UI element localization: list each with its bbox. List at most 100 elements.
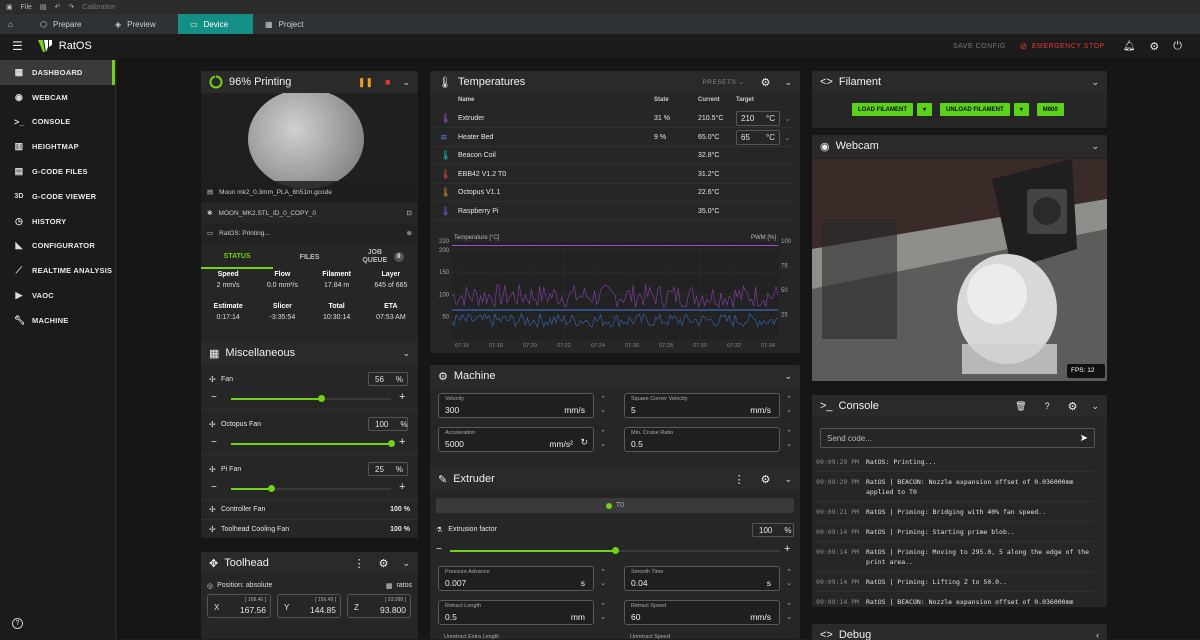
sidebar-item-history[interactable]: ◷ HISTORY bbox=[0, 209, 115, 234]
chevron-up-icon[interactable]: ⌃ bbox=[784, 394, 794, 405]
home-tab[interactable]: ⌂ bbox=[0, 14, 28, 34]
sidebar-item-realtime-analysis[interactable]: ⟋ REALTIME ANALYSIS bbox=[0, 258, 115, 283]
sidebar-item-machine[interactable]: 🔧︎ MACHINE bbox=[0, 308, 115, 333]
reset-icon[interactable]: ↻ bbox=[580, 437, 588, 448]
chevron-down-icon[interactable]: ⌄ bbox=[784, 439, 794, 450]
sidebar-item-configurator[interactable]: ◣ CONFIGURATOR bbox=[0, 234, 115, 259]
fan-speed-input[interactable]: 25% bbox=[368, 462, 408, 476]
save-icon[interactable]: ▤ bbox=[40, 3, 47, 11]
chevron-up-icon[interactable]: ⌃ bbox=[784, 428, 794, 439]
calibration-menu[interactable]: Calibration bbox=[82, 4, 115, 11]
load-filament-button[interactable]: LOAD FILAMENT bbox=[852, 103, 913, 116]
chevron-up-icon[interactable]: ⌃ bbox=[598, 428, 608, 439]
extrusion-factor-input[interactable]: 100% bbox=[752, 523, 794, 537]
stepper[interactable]: ⌃ ⌄ bbox=[598, 428, 608, 450]
plus-icon[interactable]: + bbox=[399, 436, 405, 448]
m600-button[interactable]: M600 bbox=[1036, 103, 1064, 116]
chevron-down-icon[interactable]: ⌄ bbox=[402, 348, 410, 359]
fan-speed-slider[interactable] bbox=[231, 485, 391, 492]
tab-device[interactable]: ▭ Device bbox=[178, 14, 253, 34]
chevron-down-icon[interactable]: ⌄ bbox=[784, 405, 794, 416]
fan-speed-slider[interactable] bbox=[231, 395, 391, 402]
gear-icon[interactable]: ⚙ bbox=[379, 557, 389, 570]
home-small-icon[interactable]: ▣ bbox=[6, 3, 13, 11]
tab-prepare[interactable]: ⬡ Prepare bbox=[28, 14, 103, 34]
chevron-down-icon[interactable]: ⌄ bbox=[598, 439, 608, 450]
redo-icon[interactable]: ↷ bbox=[68, 3, 74, 11]
help-icon[interactable]: ? bbox=[1045, 401, 1050, 411]
trash-icon[interactable]: 🗑︎ bbox=[1015, 401, 1026, 412]
emergency-stop-button[interactable]: ⊘ EMERGENCY STOP bbox=[1020, 41, 1105, 52]
bed-icon[interactable]: ≋ bbox=[440, 132, 448, 143]
chevron-down-icon[interactable]: ⌄ bbox=[784, 612, 794, 623]
chevron-up-icon[interactable]: ⌃ bbox=[598, 394, 608, 405]
chevron-down-icon[interactable]: ⌄ bbox=[598, 612, 608, 623]
plus-icon[interactable]: + bbox=[399, 391, 405, 403]
extruder-temp-icon[interactable]: 🌡︎ bbox=[440, 113, 451, 124]
axis-position-field[interactable]: Z [ 93.998 ] 93.800 bbox=[347, 594, 411, 618]
chevron-down-icon[interactable]: ⌄ bbox=[1091, 77, 1099, 88]
sidebar-item-gcode-viewer[interactable]: 3D G-CODE VIEWER bbox=[0, 184, 115, 209]
gear-icon[interactable]: ⚙ bbox=[761, 76, 771, 89]
machine-limit-field[interactable]: Min. Cruise Ratio 0.5 bbox=[624, 427, 780, 452]
chevron-down-icon[interactable]: ⌄ bbox=[784, 133, 791, 142]
extruder-setting-field[interactable]: Retract Length 0.5 mm bbox=[438, 600, 594, 625]
target-temp-input[interactable]: 210 °C bbox=[736, 111, 780, 126]
chevron-down-icon[interactable]: ⌄ bbox=[402, 558, 410, 569]
chevron-down-icon[interactable]: ⌄ bbox=[598, 578, 608, 589]
fan-speed-input[interactable]: 100% bbox=[368, 417, 408, 431]
send-code-input[interactable]: Send code... ➤ bbox=[820, 428, 1095, 448]
minus-icon[interactable]: − bbox=[436, 544, 442, 555]
tab-status[interactable]: STATUS bbox=[201, 245, 274, 269]
chevron-down-icon[interactable]: ⌄ bbox=[784, 371, 792, 382]
chevron-down-icon[interactable]: ⌄ bbox=[784, 474, 792, 485]
stepper[interactable]: ⌃ ⌄ bbox=[598, 394, 608, 416]
load-filament-dropdown[interactable]: ▾ bbox=[917, 103, 933, 116]
file-menu[interactable]: File bbox=[21, 4, 32, 11]
more-icon[interactable]: ⋮ bbox=[354, 557, 365, 570]
settings-icon[interactable]: ⚙ bbox=[1149, 40, 1159, 53]
webcam-stream[interactable] bbox=[812, 159, 1107, 381]
chevron-down-icon[interactable]: ⌄ bbox=[784, 77, 792, 88]
chevron-down-icon[interactable]: ⌄ bbox=[402, 77, 410, 88]
tab-project[interactable]: ▦ Project bbox=[253, 14, 328, 34]
pause-icon[interactable]: ❚❚ bbox=[358, 77, 373, 88]
stepper[interactable]: ⌃ ⌄ bbox=[784, 601, 794, 623]
chevron-down-icon[interactable]: ⌄ bbox=[598, 405, 608, 416]
tab-files[interactable]: FILES bbox=[273, 245, 345, 269]
presets-button[interactable]: PRESETS ⌄ bbox=[702, 78, 744, 86]
axis-position-field[interactable]: X [ 168.46 ] 167.56 bbox=[207, 594, 271, 618]
gear-icon[interactable]: ⚙ bbox=[1068, 400, 1078, 413]
sidebar-item-webcam[interactable]: ◉ WEBCAM bbox=[0, 85, 115, 110]
minus-icon[interactable]: − bbox=[211, 437, 217, 448]
save-config-button[interactable]: SAVE CONFIG bbox=[953, 43, 1006, 50]
unload-filament-button[interactable]: UNLOAD FILAMENT bbox=[940, 103, 1010, 116]
extruder-setting-field[interactable]: Retract Speed 60 mm/s bbox=[624, 600, 780, 625]
chevron-up-icon[interactable]: ⌃ bbox=[598, 567, 608, 578]
stepper[interactable]: ⌃ ⌄ bbox=[784, 567, 794, 589]
send-icon[interactable]: ➤ bbox=[1080, 433, 1088, 444]
minus-icon[interactable]: − bbox=[211, 482, 217, 493]
extruder-setting-field[interactable]: Smooth Time 0.04 s bbox=[624, 566, 780, 591]
minus-icon[interactable]: − bbox=[211, 392, 217, 403]
extrusion-factor-slider[interactable] bbox=[450, 547, 780, 554]
sidebar-item-vaoc[interactable]: ▶ VAOC bbox=[0, 283, 115, 308]
machine-limit-field[interactable]: Square Corner Velocity 5 mm/s bbox=[624, 393, 780, 418]
close-icon[interactable]: ⊗ bbox=[407, 229, 412, 237]
undo-icon[interactable]: ↶ bbox=[55, 3, 61, 11]
chevron-up-icon[interactable]: ⌃ bbox=[784, 601, 794, 612]
plus-icon[interactable]: + bbox=[784, 543, 790, 555]
chevron-down-icon[interactable]: ⌄ bbox=[1091, 141, 1099, 152]
thermometer-icon[interactable]: 🌡︎ bbox=[440, 187, 451, 198]
exclude-object-icon[interactable]: ⊡ bbox=[407, 209, 412, 217]
machine-limit-field[interactable]: Velocity 300 mm/s bbox=[438, 393, 594, 418]
axis-position-field[interactable]: Y [ 156.49 ] 144.85 bbox=[277, 594, 341, 618]
thermometer-icon[interactable]: 🌡︎ bbox=[440, 150, 451, 161]
stepper[interactable]: ⌃ ⌄ bbox=[784, 394, 794, 416]
stop-icon[interactable]: ■ bbox=[385, 77, 390, 87]
sidebar-item-heightmap[interactable]: ▥ HEIGHTMAP bbox=[0, 134, 115, 159]
help-icon[interactable]: ? bbox=[12, 618, 23, 629]
chevron-down-icon[interactable]: ⌄ bbox=[784, 578, 794, 589]
notification-bell-icon[interactable]: 🔔︎ bbox=[1123, 41, 1136, 52]
tool-selector[interactable]: T0 bbox=[436, 498, 794, 513]
